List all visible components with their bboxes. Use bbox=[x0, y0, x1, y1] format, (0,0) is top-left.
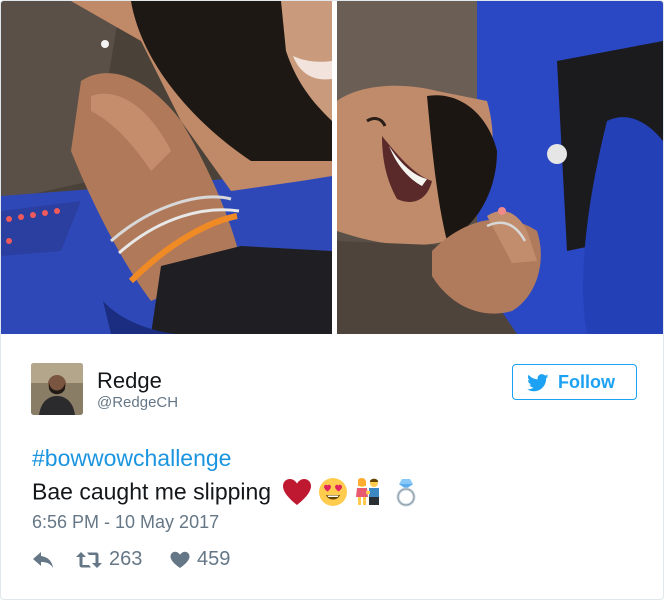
like-button[interactable]: 459 bbox=[170, 546, 270, 574]
reply-arrow-icon bbox=[33, 552, 53, 568]
hashtag-link[interactable]: #bowwowchallenge bbox=[32, 445, 231, 472]
tweet-photo-left[interactable] bbox=[1, 1, 332, 334]
couple-holding-hands-icon bbox=[356, 477, 380, 505]
follow-button[interactable]: Follow bbox=[512, 364, 637, 400]
tweet-text-line: Bae caught me slipping bbox=[32, 477, 419, 509]
tweet-timestamp[interactable]: 6:56 PM - 10 May 2017 bbox=[32, 512, 219, 533]
heart-eyes-face-icon bbox=[319, 478, 348, 506]
tweet-author: Redge @RedgeCH bbox=[31, 363, 431, 415]
like-count: 459 bbox=[197, 548, 231, 570]
reply-button[interactable] bbox=[32, 546, 56, 574]
twitter-bird-icon bbox=[527, 374, 549, 392]
ring-icon bbox=[396, 479, 416, 507]
retweet-button[interactable]: 263 bbox=[76, 546, 176, 574]
follow-label: Follow bbox=[558, 372, 615, 392]
tweet-photo-right[interactable] bbox=[337, 1, 663, 334]
tweet-card: Redge @RedgeCH Follow #bowwowchallenge B… bbox=[0, 0, 664, 600]
heart-icon bbox=[170, 551, 190, 568]
author-name[interactable]: Redge bbox=[97, 368, 162, 394]
tweet-media bbox=[1, 1, 663, 334]
red-heart-icon bbox=[282, 479, 311, 505]
avatar[interactable] bbox=[31, 363, 83, 415]
retweet-count: 263 bbox=[109, 548, 143, 570]
tweet-actions: 263 459 bbox=[32, 546, 332, 574]
retweet-icon bbox=[76, 552, 102, 568]
author-handle[interactable]: @RedgeCH bbox=[97, 394, 178, 411]
tweet-text: Bae caught me slipping bbox=[32, 478, 272, 505]
